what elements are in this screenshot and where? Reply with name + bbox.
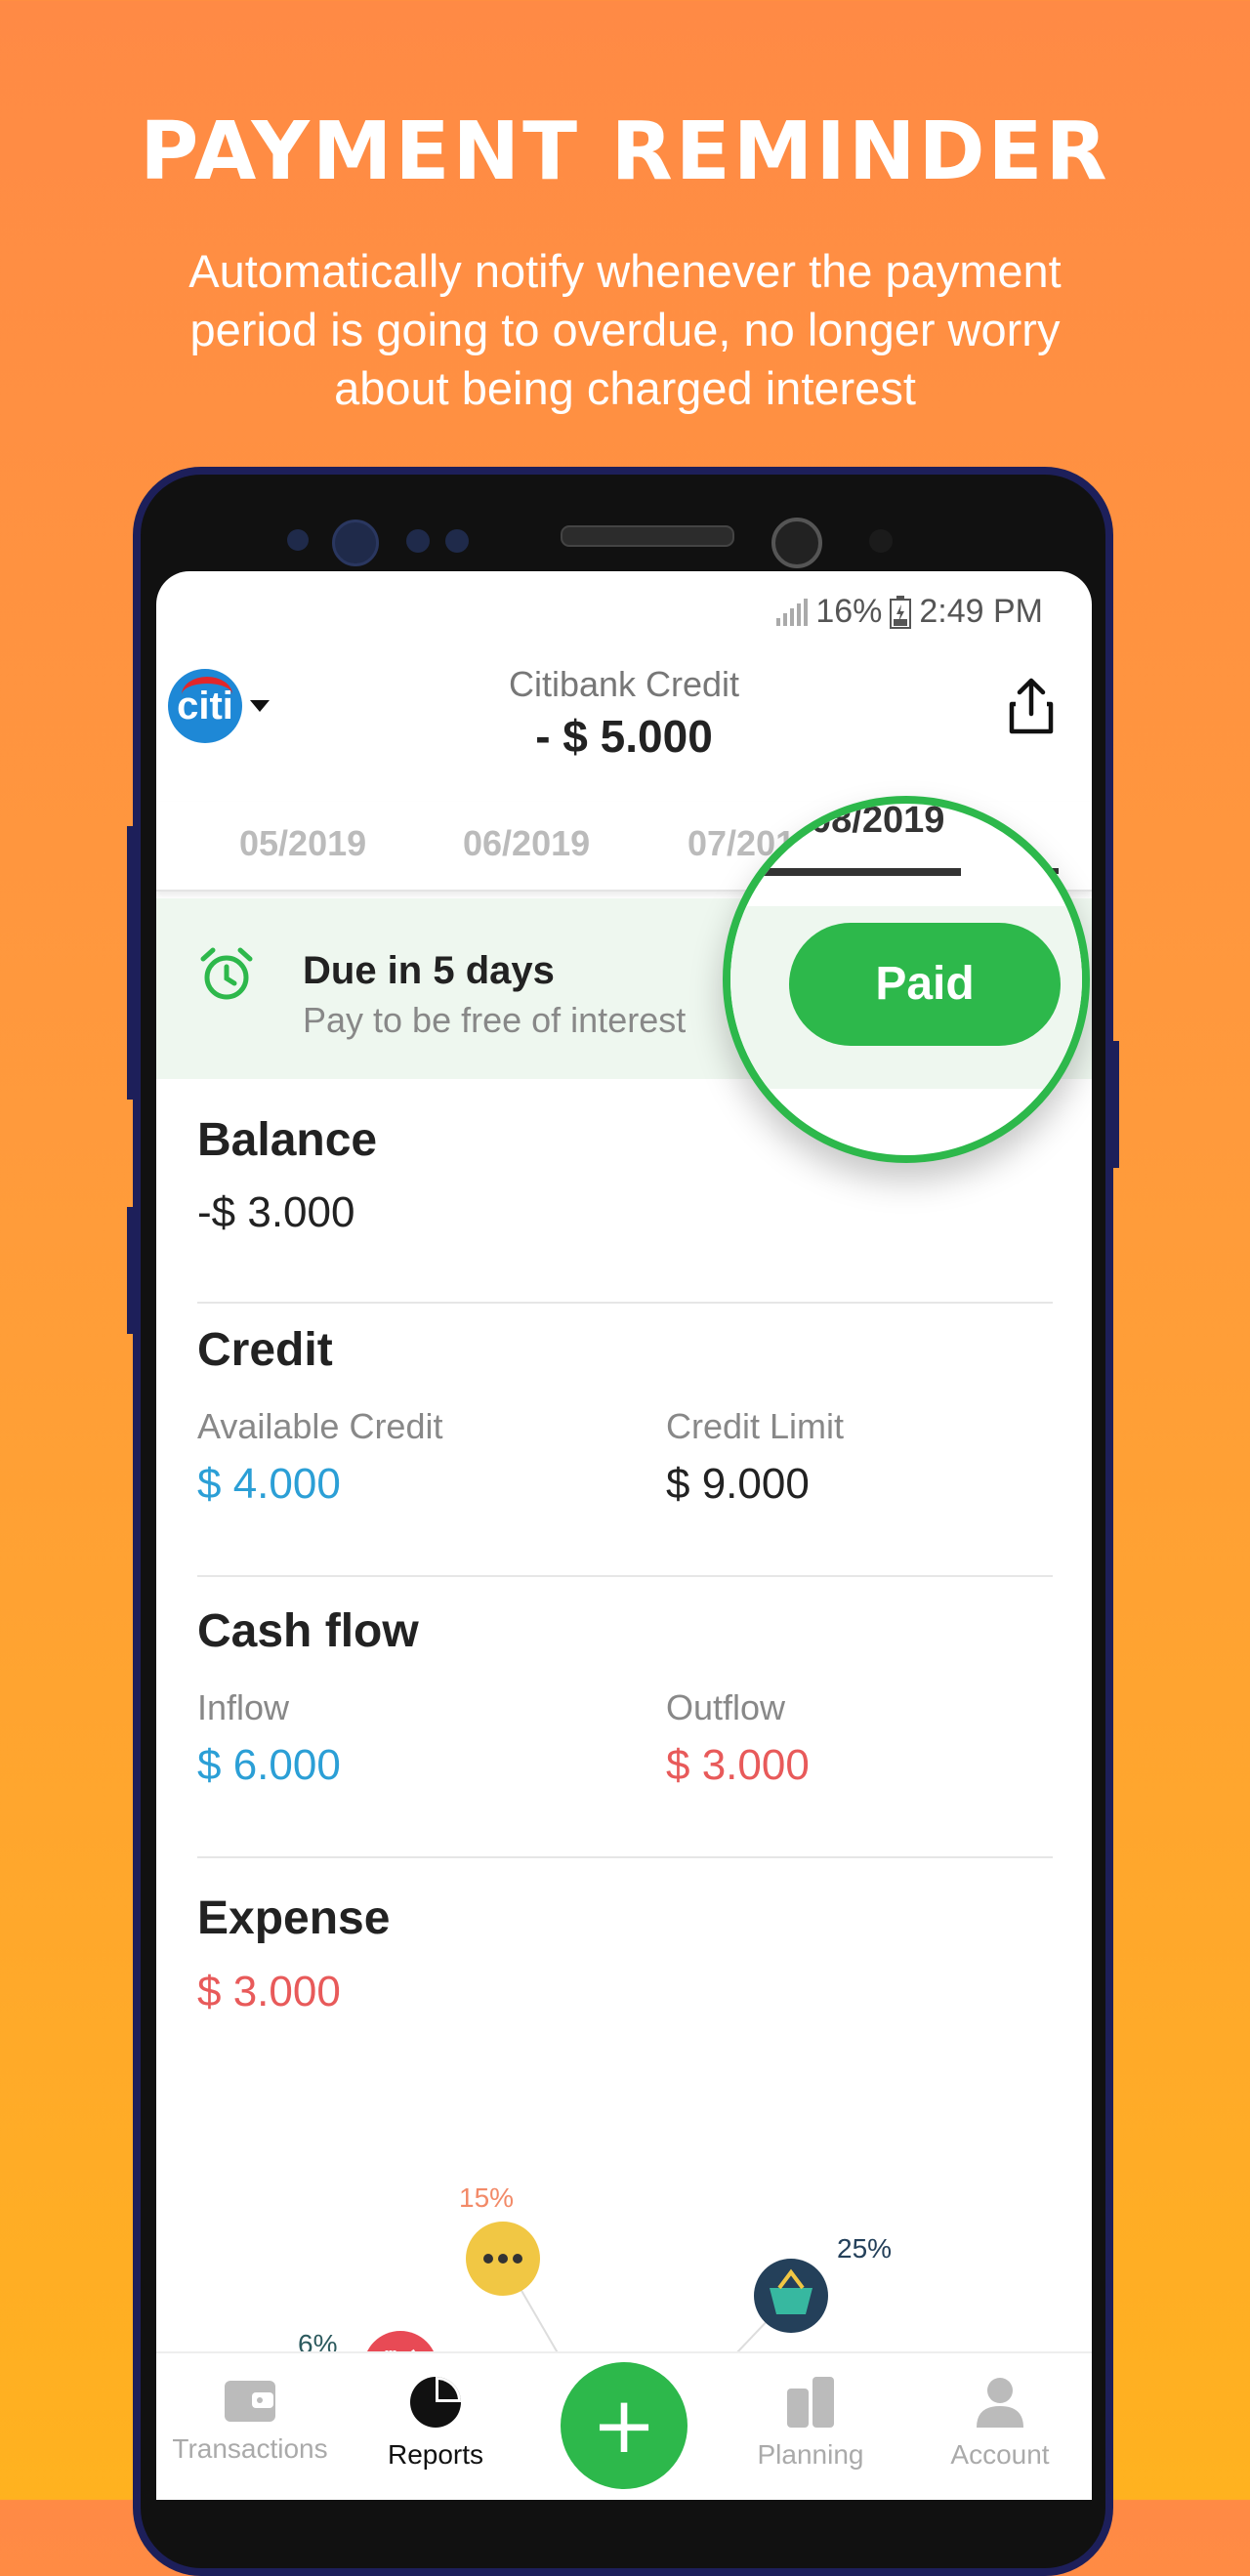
credit-limit-label: Credit Limit	[666, 1406, 845, 1446]
sensor-dot	[287, 529, 309, 551]
earpiece-speaker	[561, 525, 734, 547]
divider	[197, 1575, 1053, 1577]
balance-title: Balance	[197, 1114, 378, 1166]
clock: 2:49 PM	[919, 593, 1043, 630]
power-button	[1111, 1041, 1119, 1168]
volume-button	[127, 826, 135, 1100]
account-balance: - $ 5.000	[535, 711, 713, 762]
pie-chart-icon	[410, 2377, 461, 2428]
status-bar: 16% 2:49 PM	[774, 593, 1043, 631]
reminder-title: Due in 5 days	[303, 949, 555, 992]
cash-flow-title: Cash flow	[197, 1605, 419, 1657]
nav-account[interactable]: Account	[922, 2375, 1078, 2471]
outflow-label: Outflow	[666, 1687, 786, 1727]
inflow-label: Inflow	[197, 1687, 290, 1727]
front-camera	[771, 518, 822, 568]
divider	[197, 1302, 1053, 1304]
alarm-clock-icon	[200, 947, 253, 1000]
available-credit-label: Available Credit	[197, 1406, 443, 1446]
zoom-tab-indicator	[730, 868, 961, 876]
credit-title: Credit	[197, 1324, 333, 1376]
battery-percent: 16%	[815, 593, 883, 630]
paid-button[interactable]: Paid	[789, 923, 1061, 1046]
promo-title: PAYMENT REMINDER	[140, 105, 1110, 198]
basket-icon	[754, 2259, 828, 2333]
user-icon	[977, 2378, 1023, 2428]
battery-icon	[890, 595, 912, 629]
expense-value: $ 3.000	[197, 1968, 341, 2015]
nav-transactions[interactable]: Transactions	[172, 2375, 328, 2465]
account-name: Citibank Credit	[508, 664, 740, 704]
planning-icon	[787, 2377, 834, 2428]
tab-06-2019[interactable]: 06/2019	[463, 823, 590, 864]
wallet-icon	[225, 2381, 275, 2422]
signal-icon	[776, 598, 809, 626]
nav-planning[interactable]: Planning	[732, 2375, 889, 2471]
chart-label-shopping: 25%	[837, 2233, 892, 2264]
nav-reports[interactable]: Reports	[357, 2375, 514, 2471]
inflow-value: $ 6.000	[197, 1741, 341, 1789]
tab-05-2019[interactable]: 05/2019	[239, 823, 366, 864]
sensor-dot	[445, 529, 469, 553]
add-transaction-button[interactable]: +	[561, 2362, 688, 2489]
available-credit-value: $ 4.000	[197, 1460, 341, 1508]
more-icon	[466, 2222, 540, 2296]
reminder-subtitle: Pay to be free of interest	[303, 1000, 687, 1040]
chart-label-other: 15%	[459, 2182, 514, 2213]
expense-title: Expense	[197, 1892, 391, 1944]
sensor-dot	[869, 529, 893, 553]
tab-08-2019[interactable]: 08/2019	[811, 804, 944, 842]
iris-sensor	[332, 519, 379, 566]
outflow-value: $ 3.000	[666, 1741, 810, 1789]
balance-value: -$ 3.000	[197, 1188, 355, 1236]
sensor-dot	[406, 529, 430, 553]
credit-limit-value: $ 9.000	[666, 1460, 810, 1508]
share-icon[interactable]	[1004, 677, 1059, 735]
app-screen: 16% 2:49 PM citi Citibank Credit - $ 5.0…	[156, 571, 1092, 2500]
promo-subtitle: Automatically notify whenever the paymen…	[188, 245, 1062, 414]
bixby-button	[127, 1207, 135, 1334]
divider	[197, 1856, 1053, 1858]
